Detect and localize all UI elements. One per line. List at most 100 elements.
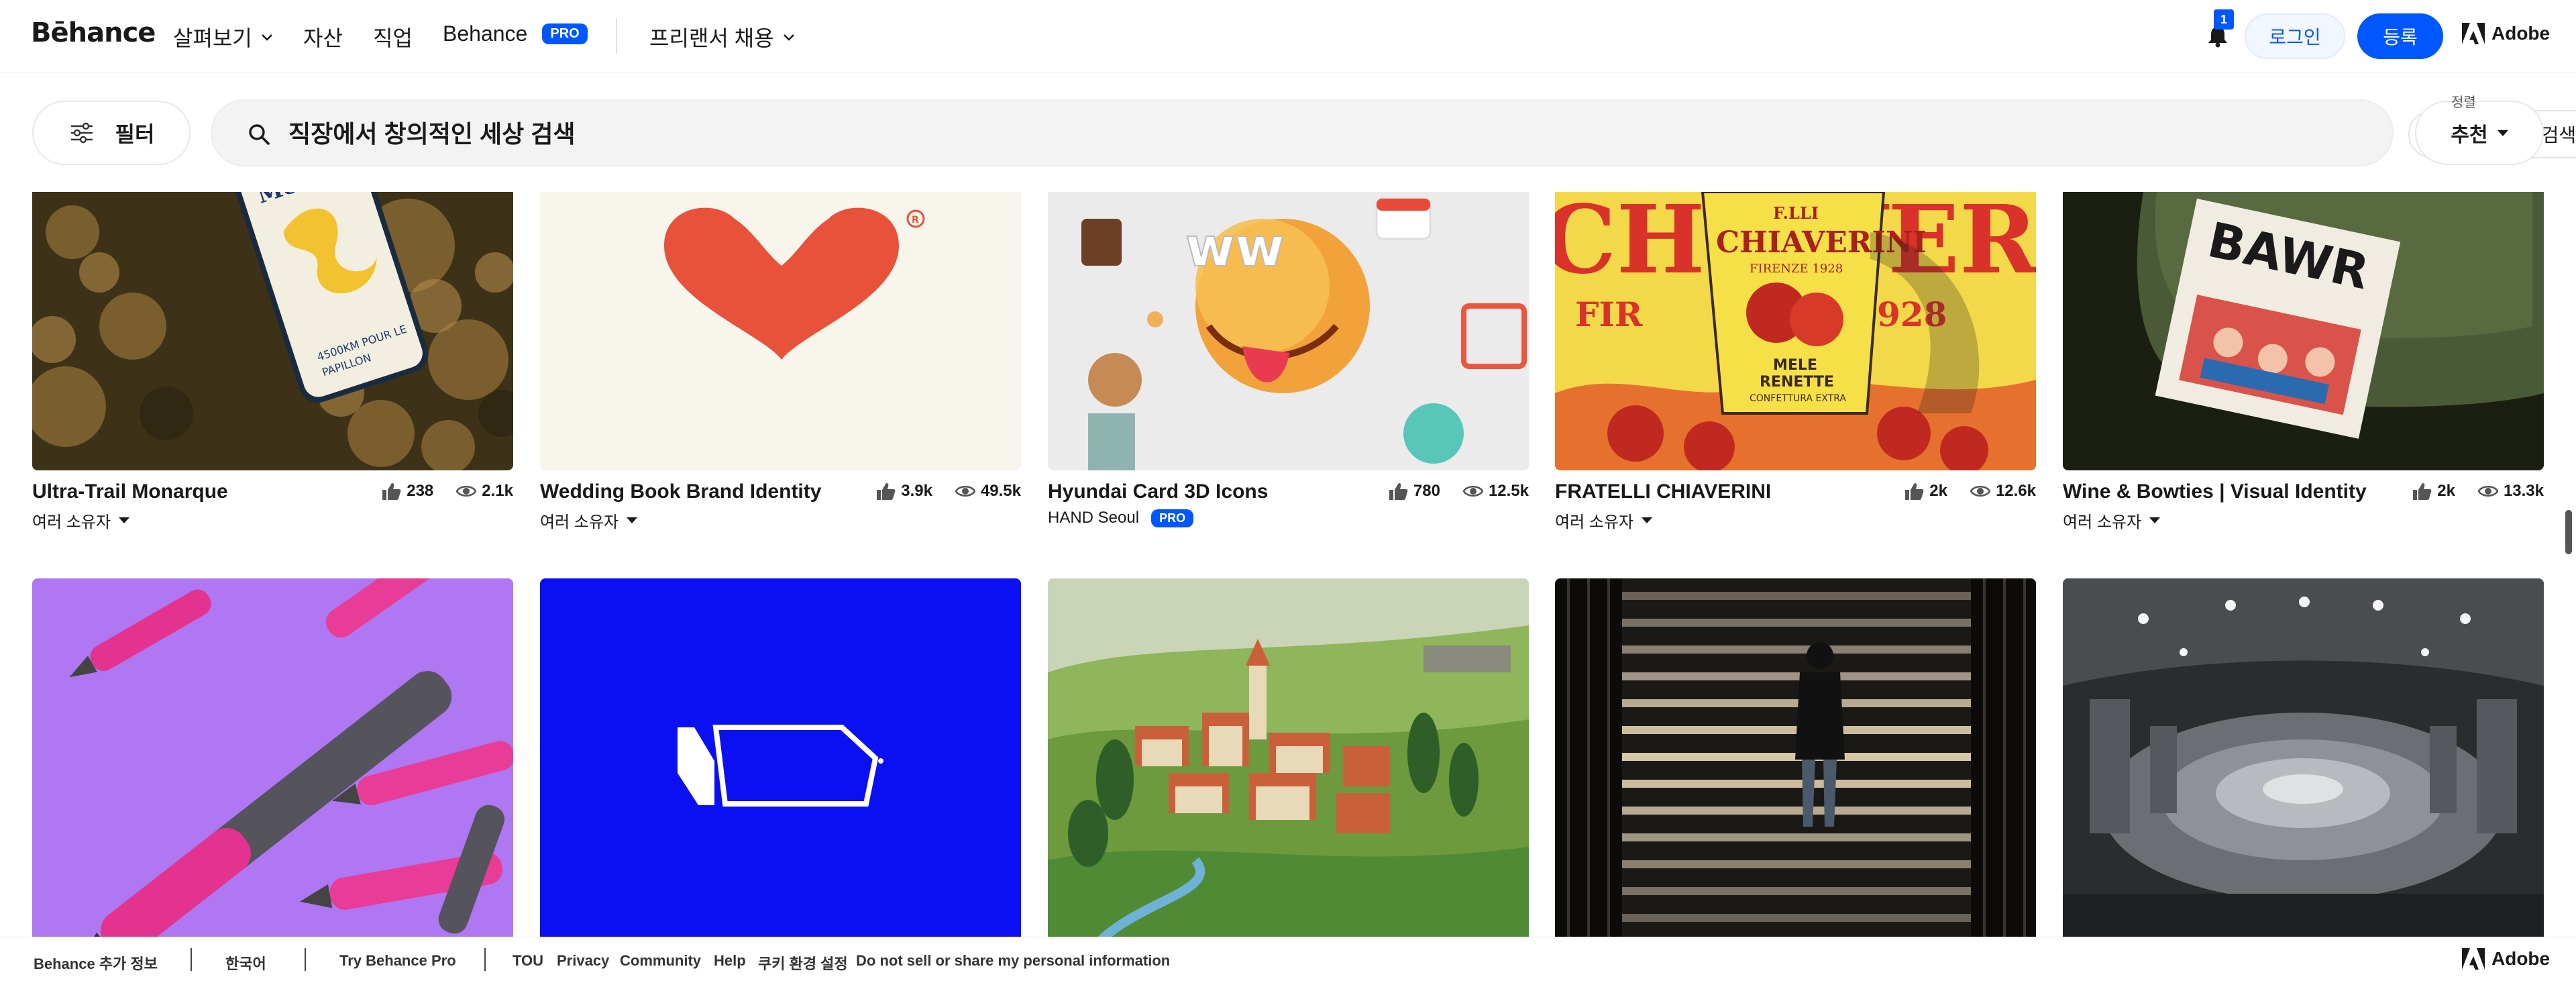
project-stats: 3.9k 49.5k bbox=[875, 482, 1021, 501]
hyundai-3d-icons-thumbnail-image: ww bbox=[1048, 192, 1529, 470]
project-stats: 2k 13.3k bbox=[2412, 482, 2544, 501]
footer-divider bbox=[484, 948, 486, 971]
project-title[interactable]: FRATELLI CHIAVERINI bbox=[1555, 480, 1771, 503]
nav-jobs[interactable]: 직업 bbox=[373, 21, 413, 52]
footer-divider bbox=[305, 948, 306, 971]
svg-text:MELE: MELE bbox=[1773, 357, 1817, 374]
project-thumbnail[interactable]: BAWR bbox=[2063, 192, 2544, 470]
nav-explore[interactable]: 살펴보기 bbox=[173, 21, 275, 75]
svg-text:FIR: FIR bbox=[1575, 295, 1643, 334]
nav-behance-label: Behance bbox=[443, 21, 528, 46]
fratelli-chiaverini-thumbnail-image: CHIAVERINI FIR 928 F.LLI CHIAVERINI FIRE… bbox=[1555, 192, 2036, 470]
project-meta: FRATELLI CHIAVERINI 2k 12.6k 여러 소유자 bbox=[1555, 480, 2036, 534]
svg-text:R: R bbox=[912, 215, 919, 225]
thumbs-up-icon bbox=[382, 483, 401, 500]
stairs-photo-thumbnail-image bbox=[1555, 578, 2036, 937]
footer-privacy[interactable]: Privacy bbox=[557, 952, 609, 970]
project-grid: Monarque 4500KM POUR LE PAPILLON Ultra-T… bbox=[0, 192, 2576, 937]
thumbs-up-icon bbox=[2413, 483, 2432, 500]
nav-assets[interactable]: 자산 bbox=[303, 21, 343, 52]
sort-dropdown[interactable]: 추천 bbox=[2415, 101, 2544, 165]
project-thumbnail[interactable]: CHIAVERINI FIR 928 F.LLI CHIAVERINI FIRE… bbox=[1555, 192, 2036, 470]
nav-behance-pro[interactable]: Behance PRO bbox=[443, 21, 588, 46]
pens-thumbnail-image bbox=[32, 578, 513, 937]
scrollbar-thumb[interactable] bbox=[2565, 510, 2572, 554]
footer-community[interactable]: Community bbox=[620, 952, 701, 970]
pro-badge: PRO bbox=[542, 23, 588, 44]
monarque-thumbnail-image: Monarque 4500KM POUR LE PAPILLON bbox=[32, 192, 513, 470]
footer: Behance 추가 정보 한국어 Try Behance Pro TOU Pr… bbox=[0, 937, 2576, 981]
likes-count: 2k bbox=[2437, 482, 2455, 500]
svg-text:ww: ww bbox=[1185, 216, 1285, 278]
sort-label: 정렬 bbox=[2451, 95, 2476, 110]
project-title[interactable]: Wine & Bowties | Visual Identity bbox=[2063, 480, 2367, 503]
owner-link[interactable]: HAND Seoul PRO bbox=[1048, 509, 1194, 527]
footer-do-not-sell[interactable]: Do not sell or share my personal informa… bbox=[856, 952, 1170, 970]
village-illustration-thumbnail-image bbox=[1048, 578, 1529, 937]
footer-help[interactable]: Help bbox=[714, 952, 746, 970]
nav-jobs-label: 직업 bbox=[373, 26, 413, 50]
owner-dropdown[interactable]: 여러 소유자 bbox=[1555, 509, 1653, 532]
eye-icon bbox=[1462, 485, 1483, 497]
nav-explore-label: 살펴보기 bbox=[173, 26, 252, 50]
caret-down-icon bbox=[1642, 517, 1653, 523]
views-count: 12.5k bbox=[1488, 482, 1529, 500]
footer-adobe-link[interactable]: Adobe bbox=[2462, 948, 2550, 970]
footer-try-pro[interactable]: Try Behance Pro bbox=[339, 952, 456, 970]
project-thumbnail[interactable]: ww bbox=[1048, 192, 1529, 470]
sci-fi-hall-thumbnail-image bbox=[2063, 578, 2544, 937]
likes-count: 3.9k bbox=[901, 482, 932, 500]
views-count: 2.1k bbox=[482, 482, 513, 500]
adobe-logo-icon bbox=[2462, 948, 2485, 970]
owner-dropdown[interactable]: 여러 소유자 bbox=[2063, 509, 2161, 532]
chevron-down-icon bbox=[261, 34, 272, 41]
chevron-down-icon bbox=[783, 34, 794, 41]
project-meta: Wine & Bowties | Visual Identity 2k 13.3… bbox=[2063, 480, 2544, 534]
login-button[interactable]: 로그인 bbox=[2245, 13, 2345, 59]
eye-icon bbox=[1970, 485, 1990, 497]
nav-hire-freelancer[interactable]: 프리랜서 채용 bbox=[649, 21, 797, 52]
footer-more-behance[interactable]: Behance 추가 정보 bbox=[34, 952, 158, 974]
project-title[interactable]: Ultra-Trail Monarque bbox=[32, 480, 228, 503]
notification-count-badge: 1 bbox=[2214, 9, 2234, 30]
project-thumbnail[interactable]: Monarque 4500KM POUR LE PAPILLON bbox=[32, 192, 513, 470]
project-thumbnail[interactable] bbox=[1555, 578, 2036, 937]
owner-name: 여러 소유자 bbox=[1555, 513, 1634, 531]
project-thumbnail[interactable]: R bbox=[540, 192, 1021, 470]
register-button[interactable]: 등록 bbox=[2357, 13, 2443, 59]
views-count: 12.6k bbox=[1995, 482, 2036, 500]
likes-count: 238 bbox=[407, 482, 434, 500]
adobe-link[interactable]: Adobe bbox=[2462, 23, 2550, 44]
project-meta: Hyundai Card 3D Icons 780 12.5k HAND Seo… bbox=[1048, 480, 1529, 534]
eye-icon bbox=[456, 485, 477, 497]
sort-value: 추천 bbox=[2451, 124, 2488, 146]
project-meta: Wedding Book Brand Identity 3.9k 49.5k 여… bbox=[540, 480, 1021, 534]
likes-count: 780 bbox=[1413, 482, 1440, 500]
search-input[interactable] bbox=[288, 114, 2167, 154]
pro-badge: PRO bbox=[1151, 509, 1194, 527]
footer-language[interactable]: 한국어 bbox=[225, 952, 266, 974]
blue-logo-thumbnail-image bbox=[540, 578, 1021, 937]
filter-button[interactable]: 필터 bbox=[32, 101, 191, 165]
owner-name: HAND Seoul bbox=[1048, 509, 1140, 527]
footer-tou[interactable]: TOU bbox=[513, 952, 543, 970]
owner-dropdown[interactable]: 여러 소유자 bbox=[32, 509, 130, 532]
project-title[interactable]: Wedding Book Brand Identity bbox=[540, 480, 821, 503]
project-thumbnail[interactable] bbox=[540, 578, 1021, 937]
owner-name: 여러 소유자 bbox=[540, 513, 619, 531]
views-count: 13.3k bbox=[2503, 482, 2544, 500]
svg-text:FIRENZE 1928: FIRENZE 1928 bbox=[1750, 262, 1843, 276]
project-thumbnail[interactable] bbox=[32, 578, 513, 937]
owner-dropdown[interactable]: 여러 소유자 bbox=[540, 509, 638, 532]
wedding-heart-thumbnail-image: R bbox=[540, 192, 1021, 470]
caret-down-icon bbox=[627, 517, 638, 523]
project-title[interactable]: Hyundai Card 3D Icons bbox=[1048, 480, 1268, 503]
nav-divider bbox=[616, 19, 617, 54]
project-thumbnail[interactable] bbox=[2063, 578, 2544, 937]
thumbs-up-icon bbox=[877, 483, 896, 500]
project-thumbnail[interactable] bbox=[1048, 578, 1529, 937]
footer-cookie-settings[interactable]: 쿠키 환경 설정 bbox=[758, 952, 848, 974]
behance-logo[interactable]: Bēhance bbox=[31, 17, 156, 48]
thumbs-up-icon bbox=[1389, 483, 1408, 500]
project-stats: 2k 12.6k bbox=[1904, 482, 2036, 501]
